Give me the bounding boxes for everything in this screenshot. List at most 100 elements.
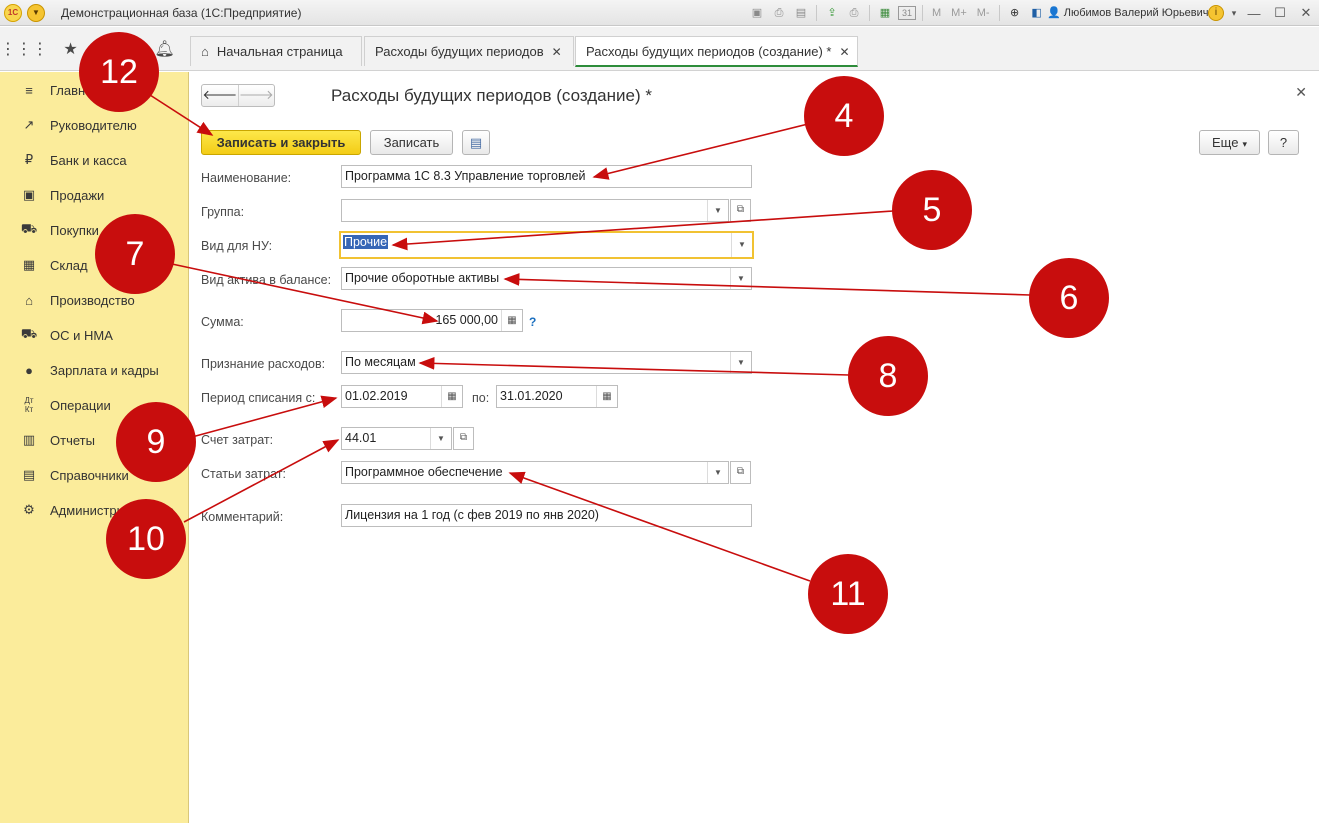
open-link-icon[interactable]: ⧉ xyxy=(453,427,474,450)
apps-grid-icon[interactable]: ⋮⋮⋮ xyxy=(0,39,48,59)
upload-icon[interactable]: ⇪ xyxy=(823,5,841,22)
amount-field[interactable]: 165 000,00 ▦ xyxy=(341,309,523,332)
annotation-badge-8: 8 xyxy=(848,336,928,416)
sidebar-item-label: ОС и НМА xyxy=(50,327,113,343)
maximize-icon[interactable]: ☐ xyxy=(1267,5,1293,21)
period-to-field[interactable]: 31.01.2020 ▦ xyxy=(496,385,618,408)
asset-type-value: Прочие оборотные активы xyxy=(345,271,500,285)
sidebar-item-label: Покупки xyxy=(50,222,99,238)
amount-help-icon[interactable]: ? xyxy=(529,315,536,329)
cost-item-value: Программное обеспечение xyxy=(345,465,503,479)
trend-icon: ↗ xyxy=(23,117,35,132)
sidebar-item-label: Склад xyxy=(50,257,88,273)
sidebar-item-payroll[interactable]: ● Зарплата и кадры xyxy=(0,353,188,387)
memory-plus-button[interactable]: M+ xyxy=(948,7,970,19)
save-and-close-button[interactable]: Записать и закрыть xyxy=(201,130,361,155)
forward-arrow-icon[interactable]: 🡒 xyxy=(239,85,275,106)
close-icon[interactable]: ✕ xyxy=(1293,5,1319,21)
close-tab-icon[interactable]: ✕ xyxy=(552,45,562,59)
more-label: Еще xyxy=(1212,135,1239,150)
chevron-down-icon[interactable]: ▼ xyxy=(707,200,728,221)
nu-type-field[interactable]: Прочие ▼ xyxy=(339,231,754,259)
memory-button[interactable]: M xyxy=(929,7,944,19)
tab-deferred-expenses-create[interactable]: Расходы будущих периодов (создание) * ✕ xyxy=(575,36,858,67)
period-from-field[interactable]: 01.02.2019 ▦ xyxy=(341,385,463,408)
sidebar-item-bank[interactable]: ₽ Банк и касса xyxy=(0,143,188,177)
cost-item-label: Статьи затрат: xyxy=(201,467,286,481)
user-name[interactable]: 👤 Любимов Валерий Юрьевич xyxy=(1047,6,1209,19)
open-link-icon[interactable]: ⧉ xyxy=(730,461,751,484)
period-from-value: 01.02.2019 xyxy=(345,389,408,403)
dropdown-icon[interactable]: ▾ xyxy=(1227,8,1241,19)
chevron-down-icon[interactable]: ▼ xyxy=(730,352,751,373)
comment-value: Лицензия на 1 год (с фев 2019 по янв 202… xyxy=(345,508,599,522)
tab-home[interactable]: ⌂ Начальная страница xyxy=(190,36,362,66)
annotation-badge-7: 7 xyxy=(95,214,175,294)
print-icon[interactable]: ⎙ xyxy=(845,5,863,22)
calculator-icon[interactable]: ▦ xyxy=(501,310,522,331)
more-button[interactable]: Еще ▾ xyxy=(1199,130,1260,155)
asset-type-field[interactable]: Прочие оборотные активы ▼ xyxy=(341,267,752,290)
amount-label: Сумма: xyxy=(201,315,244,329)
calendar-icon[interactable]: ▦ xyxy=(596,386,617,407)
minimize-icon[interactable]: — xyxy=(1241,6,1267,21)
account-field[interactable]: 44.01 ▼ xyxy=(341,427,452,450)
name-value: Программа 1С 8.3 Управление торговлей xyxy=(345,169,586,183)
sidebar-item-sales[interactable]: ▣ Продажи xyxy=(0,178,188,212)
chevron-down-icon[interactable]: ▼ xyxy=(707,462,728,483)
annotation-badge-11: 11 xyxy=(808,554,888,634)
calendar-icon[interactable]: 31 xyxy=(898,6,916,20)
help-button[interactable]: ? xyxy=(1268,130,1299,155)
sidebar-item-label: Отчеты xyxy=(50,432,95,448)
close-tab-icon[interactable]: ✕ xyxy=(839,45,849,59)
toolbar-divider xyxy=(869,5,870,21)
save-button[interactable]: Записать xyxy=(370,130,453,155)
calculator-icon[interactable]: ▦ xyxy=(876,5,894,22)
recognition-field[interactable]: По месяцам ▼ xyxy=(341,351,752,374)
sidebar-item-label: Производство xyxy=(50,292,135,308)
info-icon[interactable]: i xyxy=(1208,5,1224,21)
menu-icon: ≡ xyxy=(25,82,33,98)
cost-item-field[interactable]: Программное обеспечение ▼ xyxy=(341,461,729,484)
tab-label: Начальная страница xyxy=(216,44,343,59)
toolbar-divider xyxy=(816,5,817,21)
name-label: Наименование: xyxy=(201,171,292,185)
window-controls: i ▾ — ☐ ✕ xyxy=(1208,0,1319,26)
name-field[interactable]: Программа 1С 8.3 Управление торговлей xyxy=(341,165,752,188)
sidebar-item-label: Зарплата и кадры xyxy=(50,362,159,378)
sidebar-item-manager[interactable]: ↗ Руководителю xyxy=(0,108,188,142)
group-field[interactable]: ▼ xyxy=(341,199,729,222)
app-logo: 1C xyxy=(4,4,22,22)
amount-value: 165 000,00 xyxy=(435,313,498,327)
memory-minus-button[interactable]: M- xyxy=(974,7,993,19)
bar-chart-icon: ▥ xyxy=(22,432,36,447)
calendar-icon[interactable]: ▦ xyxy=(441,386,462,407)
history-nav: 🡐 🡒 xyxy=(201,84,275,107)
save-icon[interactable]: ▣ xyxy=(748,5,766,22)
annotation-badge-9: 9 xyxy=(116,402,196,482)
zoom-icon[interactable]: ⊕ xyxy=(1006,5,1024,22)
truck-icon: ⛟ xyxy=(20,326,38,341)
print-icon[interactable]: ⎙ xyxy=(770,5,788,22)
main-menu-button[interactable]: ▼ xyxy=(27,4,45,22)
period-label: Период списания с: xyxy=(201,391,316,405)
user-label: Любимов Валерий Юрьевич xyxy=(1063,7,1209,19)
titlebar-toolbar: ▣ ⎙ ▤ ⇪ ⎙ ▦ 31 M M+ M- ⊕ ◧ xyxy=(748,4,1046,22)
report-icon[interactable]: ▤ xyxy=(462,130,490,155)
sidebar-item-assets[interactable]: ⛟ ОС и НМА xyxy=(0,318,188,352)
chevron-down-icon[interactable]: ▼ xyxy=(731,233,752,257)
sidebar-item-label: Руководителю xyxy=(50,117,137,133)
open-link-icon[interactable]: ⧉ xyxy=(730,199,751,222)
tab-deferred-expenses[interactable]: Расходы будущих периодов ✕ xyxy=(364,36,574,66)
comment-field[interactable]: Лицензия на 1 год (с фев 2019 по янв 202… xyxy=(341,504,752,527)
panel-icon[interactable]: ◧ xyxy=(1028,5,1046,22)
sidebar-item-label: Операции xyxy=(50,397,111,413)
back-arrow-icon[interactable]: 🡐 xyxy=(202,85,239,106)
close-form-icon[interactable]: ✕ xyxy=(1295,84,1307,101)
sidebar-item-production[interactable]: ⌂ Производство xyxy=(0,283,188,317)
chevron-down-icon[interactable]: ▼ xyxy=(730,268,751,289)
preview-icon[interactable]: ▤ xyxy=(792,5,810,22)
nu-type-value: Прочие xyxy=(343,235,389,249)
document-form: 🡐 🡒 Расходы будущих периодов (создание) … xyxy=(190,72,1319,823)
chevron-down-icon[interactable]: ▼ xyxy=(430,428,451,449)
